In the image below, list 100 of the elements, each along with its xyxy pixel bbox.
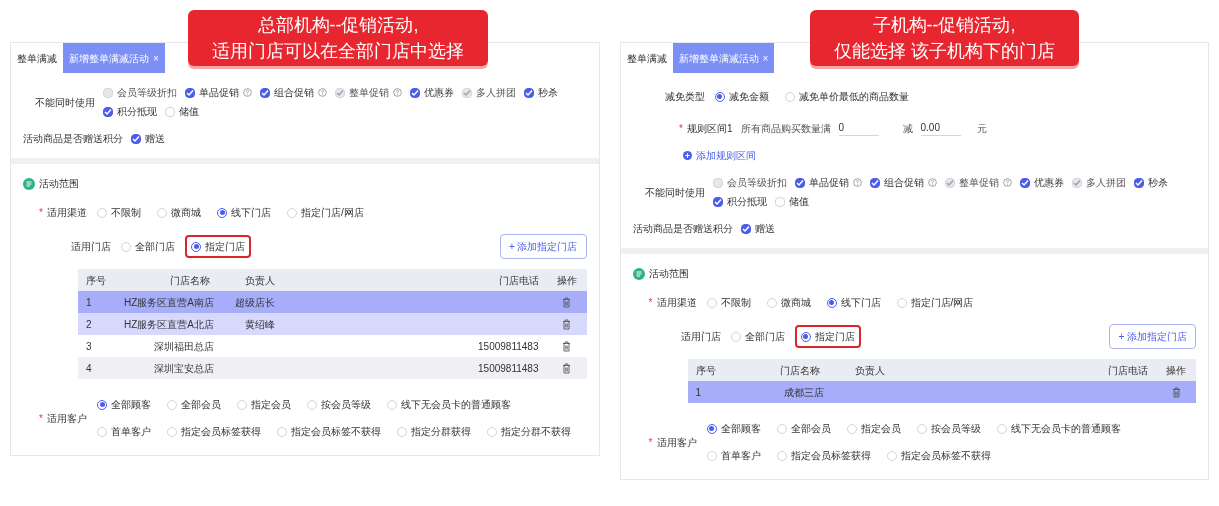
radio-option[interactable]: 首单客户	[91, 420, 157, 443]
radio-option[interactable]: 指定会员标签不获得	[271, 420, 387, 443]
table-row[interactable]: 1 HZ服务区直营A南店 超级店长	[78, 291, 587, 313]
help-icon	[393, 88, 402, 97]
checkbox-icon[interactable]	[410, 87, 420, 98]
radio-option[interactable]: 按会员等级	[301, 393, 377, 416]
trash-icon[interactable]	[562, 296, 571, 308]
radio-option[interactable]: 不限制	[700, 291, 757, 314]
radio-option[interactable]: 指定会员标签不获得	[880, 444, 997, 467]
radio-option[interactable]: 指定门店	[185, 235, 251, 258]
radio-option[interactable]: 微商城	[151, 201, 207, 224]
radio-option[interactable]: 全部会员	[770, 417, 837, 440]
field-label: 适用渠道	[47, 206, 87, 220]
checkbox-option[interactable]: 赠送	[131, 131, 165, 146]
add-store-button[interactable]: + 添加指定门店	[1109, 324, 1196, 349]
table-cell: 2	[86, 318, 92, 330]
radio-option[interactable]: 线下无会员卡的普通顾客	[990, 417, 1127, 440]
radio-option[interactable]: 指定分群不获得	[481, 420, 577, 443]
tab[interactable]: 整单满减	[11, 43, 63, 73]
checkbox-option[interactable]: 单品促销	[185, 85, 252, 100]
checkbox-option[interactable]: 积分抵现	[712, 194, 767, 209]
radio-option[interactable]: 不限制	[91, 201, 147, 224]
radio-option[interactable]: 全部顾客	[91, 393, 157, 416]
checkbox-icon[interactable]	[185, 87, 195, 98]
checkbox-option[interactable]: 优惠券	[410, 85, 454, 100]
radio-option[interactable]: 减免单价最低的商品数量	[778, 85, 915, 108]
tab[interactable]: 整单满减	[620, 43, 673, 73]
radio-icon[interactable]	[714, 91, 725, 102]
table-row[interactable]: 2 HZ服务区直营A北店 黄绍峰	[78, 313, 587, 335]
radio-icon[interactable]	[826, 297, 837, 308]
help-icon	[243, 88, 252, 97]
add-store-button[interactable]: + 添加指定门店	[499, 234, 587, 259]
radio-option[interactable]: 微商城	[760, 291, 817, 314]
checkbox-option[interactable]: 储值	[774, 194, 809, 209]
field-label: 活动商品是否赠送积分	[23, 132, 123, 146]
field-label: 适用门店	[680, 330, 721, 344]
radio-option[interactable]: 指定会员	[231, 393, 297, 416]
radio-option[interactable]: 指定会员	[840, 417, 907, 440]
field-label: 规则区间1	[686, 121, 733, 136]
radio-option[interactable]: 全部门店	[115, 235, 181, 258]
table-row[interactable]: 4 深圳宝安总店 15009811483	[78, 357, 587, 379]
checkbox-option[interactable]: 赠送	[740, 221, 775, 236]
amount-field[interactable]: 0.00	[920, 120, 961, 136]
radio-option[interactable]: 指定门店	[794, 325, 861, 348]
checkbox-option[interactable]: 积分抵现	[103, 104, 157, 119]
radio-option[interactable]: 全部会员	[161, 393, 227, 416]
table-cell: 深圳福田总店	[154, 340, 214, 352]
checkbox-icon[interactable]	[103, 106, 113, 117]
checkbox-icon[interactable]	[1019, 177, 1030, 188]
radio-icon[interactable]	[191, 241, 201, 252]
checkbox-option[interactable]: 组合促销	[260, 85, 327, 100]
checkbox-icon[interactable]	[131, 133, 141, 144]
checkbox-option[interactable]: 优惠券	[1019, 175, 1064, 190]
checkbox-icon[interactable]	[524, 87, 534, 98]
checkbox-option[interactable]: 秒杀	[1133, 175, 1168, 190]
radio-option[interactable]: 首单客户	[700, 444, 767, 467]
trash-icon[interactable]	[562, 362, 571, 374]
checkbox-icon[interactable]	[1133, 177, 1144, 188]
radio-option[interactable]: 线下门店	[211, 201, 277, 224]
trash-icon[interactable]	[1171, 386, 1181, 398]
table-cell: 15009811483	[478, 362, 539, 374]
unit-label: 元	[976, 121, 987, 136]
help-icon	[852, 178, 862, 187]
checkbox-option[interactable]: 组合促销	[869, 175, 937, 190]
radio-option[interactable]: 指定会员标签获得	[161, 420, 267, 443]
required-mark: *	[39, 206, 43, 220]
checkbox-icon[interactable]	[869, 177, 880, 188]
radio-option[interactable]: 全部顾客	[700, 417, 767, 440]
radio-icon[interactable]	[217, 207, 227, 218]
checkbox-option[interactable]: 单品促销	[794, 175, 862, 190]
quantity-field[interactable]: 0	[838, 120, 879, 136]
radio-icon[interactable]	[97, 399, 107, 410]
radio-option[interactable]: 按会员等级	[910, 417, 987, 440]
radio-option[interactable]: 线下门店	[820, 291, 887, 314]
checkbox-option[interactable]: 储值	[165, 104, 199, 119]
checkbox-icon[interactable]	[740, 223, 751, 234]
radio-option[interactable]: 指定门店/网店	[281, 201, 370, 224]
radio-option[interactable]: 指定会员标签获得	[770, 444, 877, 467]
trash-icon[interactable]	[562, 318, 571, 330]
section-icon	[632, 267, 645, 280]
help-icon	[927, 178, 937, 187]
radio-option[interactable]: 线下无会员卡的普通顾客	[381, 393, 517, 416]
radio-icon[interactable]	[800, 331, 811, 342]
table-cell: HZ服务区直营A南店	[124, 296, 214, 308]
add-rule-link[interactable]: 添加规则区间	[682, 148, 756, 163]
table-row[interactable]: 1 成都三店	[687, 381, 1196, 403]
radio-option[interactable]: 指定门店/网店	[890, 291, 980, 314]
checkbox-icon[interactable]	[260, 87, 270, 98]
help-icon	[1002, 178, 1012, 187]
column-header: 门店电话	[1107, 363, 1149, 378]
checkbox-icon[interactable]	[712, 196, 723, 207]
trash-icon[interactable]	[562, 340, 571, 352]
checkbox-icon[interactable]	[794, 177, 805, 188]
column-header: 门店名称	[169, 273, 211, 288]
radio-option[interactable]: 减免金额	[708, 85, 775, 108]
required-mark: *	[648, 435, 653, 450]
radio-icon[interactable]	[706, 423, 717, 434]
radio-option[interactable]: 全部门店	[724, 325, 791, 348]
radio-option[interactable]: 指定分群获得	[391, 420, 477, 443]
checkbox-option[interactable]: 秒杀	[524, 85, 558, 100]
